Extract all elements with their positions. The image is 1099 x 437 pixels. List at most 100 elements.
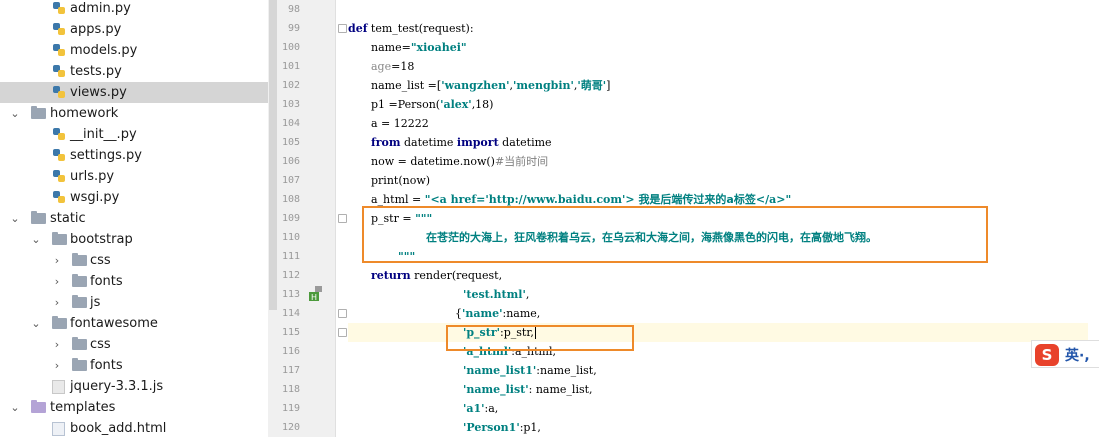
folder-icon [31,211,46,224]
python-file-icon [53,2,65,14]
tree-item-jquery-js[interactable]: jquery-3.3.1.js [0,376,268,397]
code-line[interactable]: 'Person1':p1, [348,418,1088,437]
tree-folder-css[interactable]: › css [0,250,268,271]
tree-item-settings-py[interactable]: settings.py [0,145,268,166]
chevron-down-icon[interactable]: ⌄ [31,229,41,250]
code-line[interactable]: from datetime import datetime [348,133,1088,152]
template-folder-icon [31,400,46,413]
chevron-down-icon[interactable]: ⌄ [10,103,20,124]
line-number: 112 [281,270,300,281]
ime-toolbar[interactable]: S 英·, [1031,340,1099,368]
tree-item-tests-py[interactable]: tests.py [0,61,268,82]
code-line[interactable]: name_list =['wangzhen','mengbin','萌哥'] [348,76,1088,95]
sogou-logo-icon: S [1035,344,1059,366]
tree-item-label: homework [50,106,119,121]
line-number: 104 [281,118,300,129]
tree-item-label: fonts [90,274,123,289]
tree-item-label: urls.py [70,169,115,184]
tree-item-label: fontawesome [70,316,158,331]
line-number: 105 [281,137,300,148]
tree-folder-fonts[interactable]: › fonts [0,271,268,292]
folder-icon [72,253,87,266]
tree-folder-fontawesome[interactable]: ⌄ fontawesome [0,313,268,334]
tree-item-label: apps.py [70,22,122,37]
line-number: 119 [281,403,300,414]
fold-marker-icon[interactable] [338,309,347,318]
python-file-icon [53,23,65,35]
line-number: 101 [281,61,300,72]
code-line[interactable]: a = 12222 [348,114,1088,133]
line-number: 106 [281,156,300,167]
tree-folder-static[interactable]: ⌄ static [0,208,268,229]
tree-item-label: book_add.html [70,421,167,436]
code-line[interactable]: 'name_list': name_list, [348,380,1088,399]
line-number: 116 [281,346,300,357]
fold-marker-icon[interactable] [338,24,347,33]
tree-folder-templates[interactable]: ⌄ templates [0,397,268,418]
code-line[interactable]: 'test.html', [348,285,1088,304]
folder-icon [31,106,46,119]
project-tree: admin.py apps.py models.py tests.py view… [0,0,268,437]
code-line[interactable]: now = datetime.now()#当前时间 [348,152,1088,171]
code-line[interactable]: {'name':name, [348,304,1088,323]
tree-item-init-py[interactable]: __init__.py [0,124,268,145]
fold-marker-icon[interactable] [338,214,347,223]
tree-scrollbar[interactable] [268,0,278,437]
tree-item-label: admin.py [70,1,131,16]
chevron-down-icon[interactable]: ⌄ [10,397,20,418]
chevron-right-icon[interactable]: › [52,355,62,376]
chevron-right-icon[interactable]: › [52,334,62,355]
tree-item-label: wsgi.py [70,190,120,205]
line-number: 99 [287,23,300,34]
tree-item-urls-py[interactable]: urls.py [0,166,268,187]
code-line[interactable]: return render(request, [348,266,1088,285]
line-number: 98 [287,4,300,15]
scrollbar-thumb[interactable] [269,0,277,310]
tree-item-book-add-html[interactable]: book_add.html [0,418,268,437]
code-line[interactable]: 'name_list1':name_list, [348,361,1088,380]
chevron-down-icon[interactable]: ⌄ [31,313,41,334]
code-line[interactable]: print(now) [348,171,1088,190]
ime-language-label[interactable]: 英·, [1065,345,1090,365]
highlight-box-p-str [362,206,988,263]
code-line[interactable]: def tem_test(request): [348,19,1088,38]
python-file-icon [53,191,65,203]
tree-item-models-py[interactable]: models.py [0,40,268,61]
chevron-right-icon[interactable]: › [52,292,62,313]
tree-folder-bootstrap[interactable]: ⌄ bootstrap [0,229,268,250]
folder-icon [72,358,87,371]
line-number: 111 [281,251,300,262]
tree-item-label: css [90,253,111,268]
code-line[interactable]: p1 =Person('alex',18) [348,95,1088,114]
tree-item-label: models.py [70,43,138,58]
folder-icon [72,337,87,350]
line-number: 114 [281,308,300,319]
tree-item-apps-py[interactable]: apps.py [0,19,268,40]
gutter-run-icon[interactable]: H [309,286,323,302]
chevron-right-icon[interactable]: › [52,271,62,292]
python-file-icon [53,86,65,98]
js-file-icon [52,380,65,394]
code-line[interactable]: 'a1':a, [348,399,1088,418]
fold-marker-icon[interactable] [338,328,347,337]
tree-item-views-py[interactable]: views.py [0,82,268,103]
code-line[interactable]: age=18 [348,57,1088,76]
tree-folder-css[interactable]: › css [0,334,268,355]
tree-item-wsgi-py[interactable]: wsgi.py [0,187,268,208]
html-file-icon [52,422,65,436]
tree-item-admin-py[interactable]: admin.py [0,0,268,19]
line-number: 100 [281,42,300,53]
chevron-down-icon[interactable]: ⌄ [10,208,20,229]
code-line[interactable] [348,0,1088,19]
tree-item-label: templates [50,400,116,415]
tree-folder-fonts[interactable]: › fonts [0,355,268,376]
line-number: 107 [281,175,300,186]
tree-folder-homework[interactable]: ⌄ homework [0,103,268,124]
code-line[interactable]: name="xioahei" [348,38,1088,57]
tree-folder-js[interactable]: › js [0,292,268,313]
line-number: 110 [281,232,300,243]
python-file-icon [53,149,65,161]
chevron-right-icon[interactable]: › [52,250,62,271]
line-number: 115 [281,327,300,338]
tree-item-label: __init__.py [70,127,137,142]
